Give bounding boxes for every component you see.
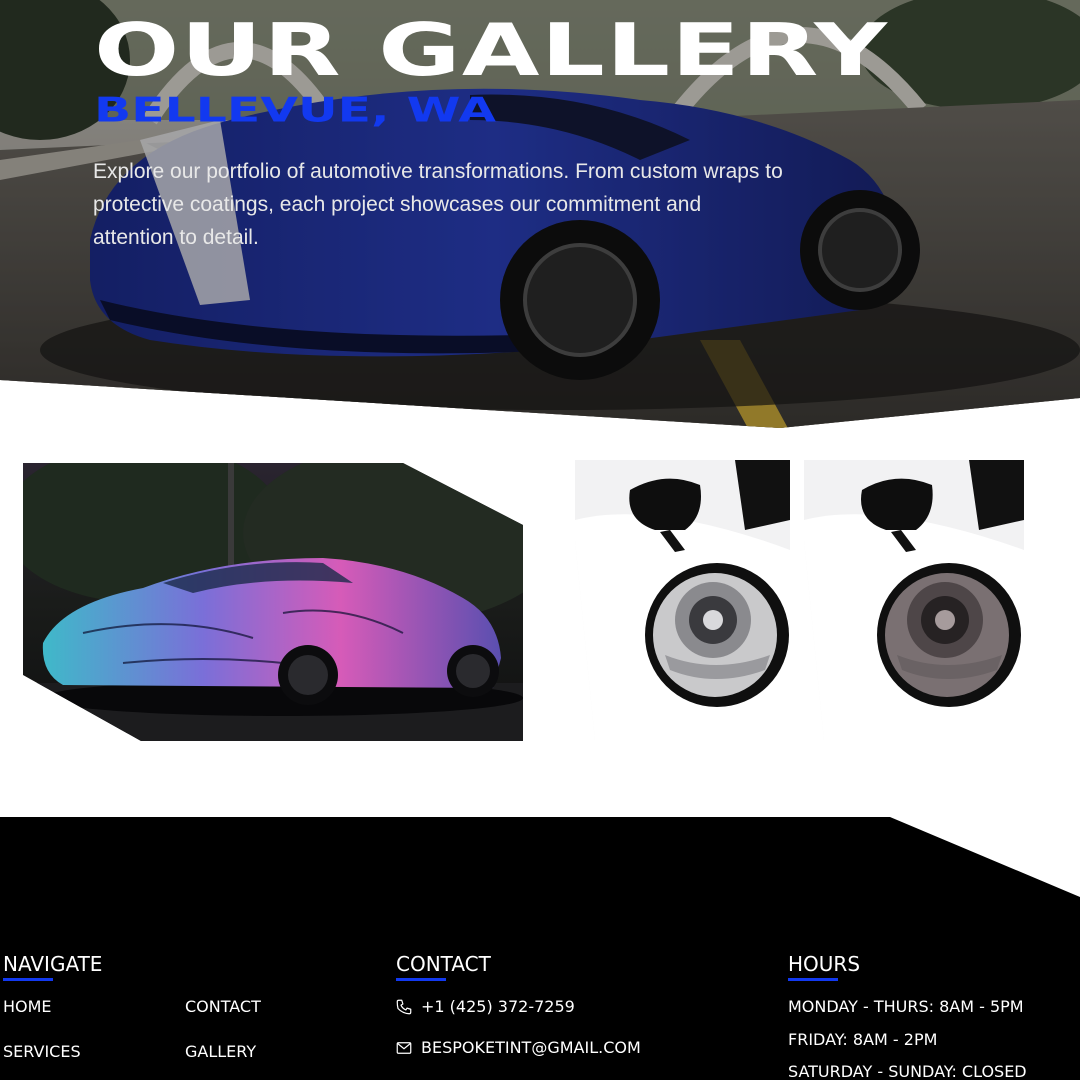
mail-icon bbox=[396, 1042, 412, 1054]
hero-description: Explore our portfolio of automotive tran… bbox=[93, 160, 783, 249]
contact-phone-link[interactable]: +1 (425) 372-7259 bbox=[421, 998, 575, 1016]
hero-section: OUR GALLERY BELLEVUE, WA Explore our por… bbox=[0, 0, 1080, 428]
site-footer: NAVIGATE HOME CONTACT SERVICES GALLERY C… bbox=[0, 817, 1080, 1080]
gallery-image-wrapped-supercar[interactable] bbox=[23, 463, 523, 741]
wrapped-supercar-photo bbox=[23, 463, 523, 741]
hours-weekend: SATURDAY - SUNDAY: CLOSED bbox=[788, 1062, 1027, 1080]
gallery-image-headlight-tinted[interactable] bbox=[804, 460, 1024, 740]
page-title: OUR GALLERY bbox=[94, 7, 889, 92]
contact-heading: CONTACT bbox=[396, 952, 491, 981]
footer-link-gallery[interactable]: GALLERY bbox=[185, 1043, 256, 1061]
contact-email-link[interactable]: BESPOKETINT@GMAIL.COM bbox=[421, 1039, 641, 1057]
navigate-heading: NAVIGATE bbox=[3, 952, 103, 981]
phone-icon bbox=[396, 999, 412, 1015]
footer-link-home[interactable]: HOME bbox=[3, 998, 52, 1016]
location-subtitle: BELLEVUE, WA bbox=[94, 90, 497, 130]
hours-friday: FRIDAY: 8AM - 2PM bbox=[788, 1030, 938, 1049]
hours-weekdays: MONDAY - THURS: 8AM - 5PM bbox=[788, 997, 1024, 1016]
footer-link-contact[interactable]: CONTACT bbox=[185, 998, 261, 1016]
headlight-tinted-photo bbox=[804, 460, 1024, 740]
hours-heading: HOURS bbox=[788, 952, 861, 981]
footer-link-services[interactable]: SERVICES bbox=[3, 1043, 81, 1061]
gallery-image-headlight-clear[interactable] bbox=[575, 460, 790, 740]
headlight-clear-photo bbox=[575, 460, 790, 740]
